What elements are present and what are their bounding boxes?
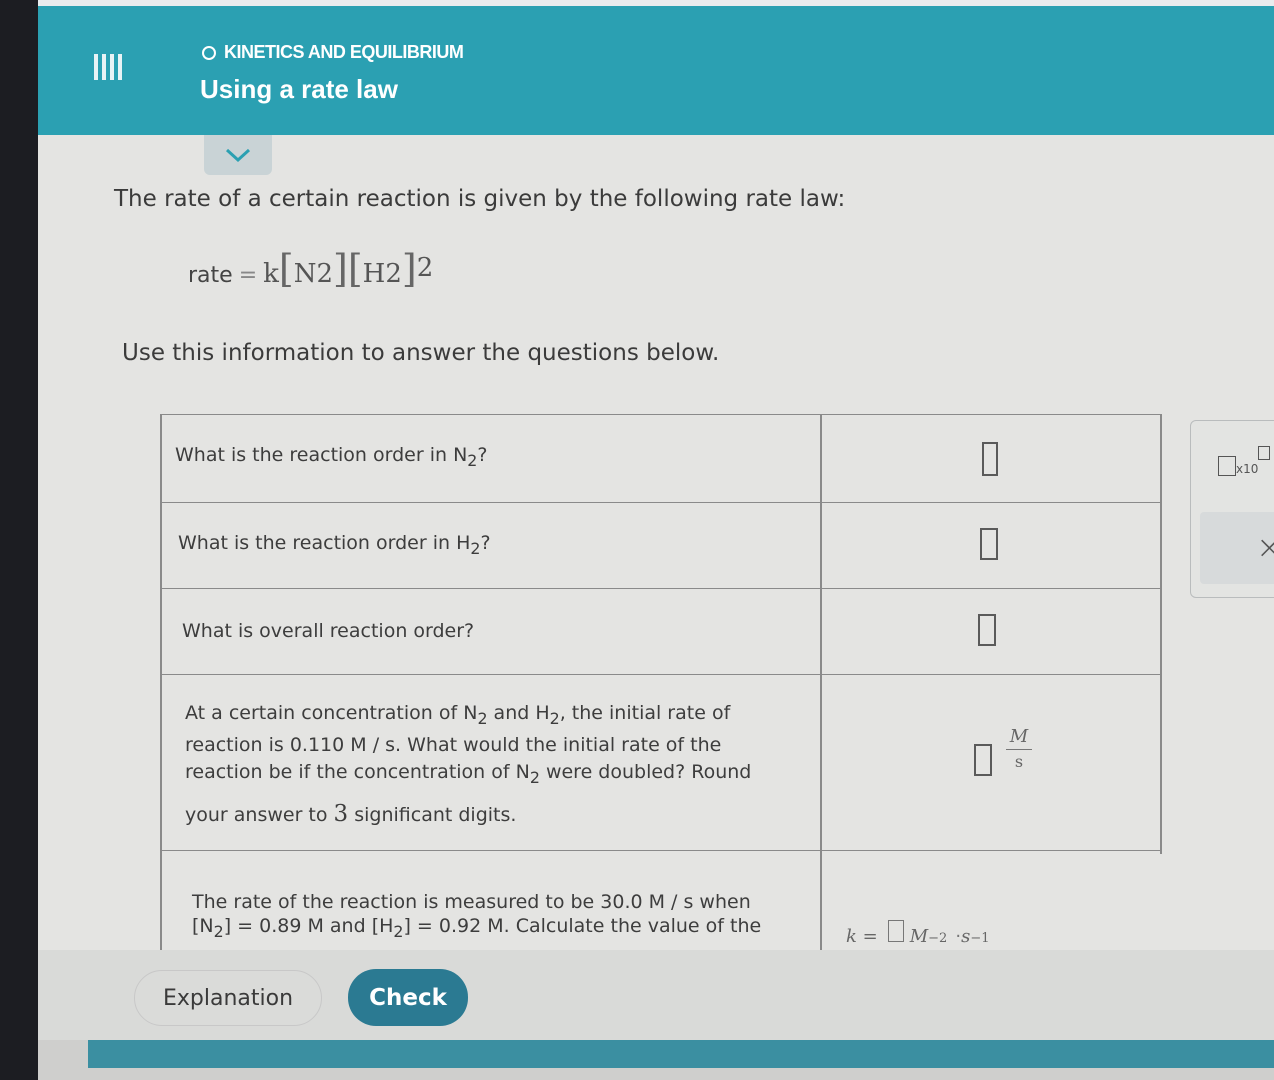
chevron-down-icon [225,148,251,163]
q4-l1-sub1: 2 [477,708,488,728]
x10-label: x10 [1236,462,1259,476]
q4-l3b: were doubled? Round [539,760,752,783]
answer-overall-order[interactable] [978,614,996,646]
intro-text: The rate of a certain reaction is given … [114,186,846,212]
q4-l1b: and H [487,702,550,724]
q5-l2c: ] = 0.92 M. Calculate the value of the [403,915,762,937]
rate-constant-answer: k = M −2 · s −1 [846,920,989,947]
q5-line-2: [N2] = 0.89 M and [H2] = 0.92 M. Calcula… [192,914,761,944]
rate-law-lhs: rate [188,263,233,288]
bracket-close: ] [333,247,348,291]
q1-post: ? [477,444,488,466]
topic-text: KINETICS AND EQUILIBRIUM [224,42,464,62]
question-table: What is the reaction order in N2? What i… [160,414,1162,954]
q4-sigfig: 3 [333,800,349,827]
top-strip [38,0,1274,6]
explanation-button[interactable]: Explanation [134,970,322,1026]
unit-denominator: s [1014,752,1024,771]
q1-sub: 2 [467,450,478,470]
q4-l1a: At a certain concentration of N [185,702,478,724]
q2-sub: 2 [470,538,481,558]
bracket-open: [ [278,247,294,291]
q4-line-1: At a certain concentration of N2 and H2,… [185,700,751,732]
progress-circle-icon [202,45,216,60]
q4-l3a: reaction be if the concentration of N [185,760,530,783]
question-5: The rate of the reaction is measured to … [192,890,761,944]
q3-text: What is overall reaction order? [182,620,475,642]
topic-label[interactable]: KINETICS AND EQUILIBRIUM [202,42,464,63]
footer-bottom [38,1068,1274,1080]
rate-unit-fraction: M s [1006,726,1032,771]
rate-law-n: N [293,259,317,289]
answer-doubled-rate[interactable] [974,744,992,776]
x10-button[interactable]: x10 [1218,446,1271,476]
close-icon[interactable]: × [1256,528,1274,566]
page-title: Using a rate law [200,74,398,104]
unit-s: s [961,926,971,947]
bracket-close-2: ] [401,247,417,291]
collapse-toggle[interactable] [204,135,272,175]
q1-text: What is the reaction order in N [175,444,468,466]
screen-bezel [0,0,38,1080]
bracket-open-2: [ [347,247,363,291]
exponent-box-icon [1258,446,1271,460]
q5-l2a: [N [192,915,214,937]
unit-m-exp: −2 [928,931,948,946]
answer-n2-order[interactable] [982,442,998,476]
rate-law-h: H [362,259,386,289]
q4-l4a: your answer to [185,803,334,826]
fraction-bar [1006,749,1032,750]
question-1: What is the reaction order in N2? [175,442,487,474]
q4-line-3: reaction be if the concentration of N2 w… [185,759,751,791]
q4-l1c: , the initial rate of [559,702,731,724]
q4-line-4: your answer to 3 significant digits. [185,801,751,829]
question-3: What is overall reaction order? [182,618,474,645]
q4-l4b: significant digits. [348,803,517,826]
answer-h2-order[interactable] [980,528,998,560]
header-bar [38,0,1274,135]
q4-line-2: reaction is 0.110 M / s. What would the … [185,733,722,756]
q4-l3-sub: 2 [529,767,540,787]
rate-law-equals: = [238,263,258,288]
q5-line-1: The rate of the reaction is measured to … [192,891,751,913]
footer-strip [88,1040,1274,1068]
q5-l2-sub2: 2 [393,921,404,941]
instruction-text: Use this information to answer the quest… [122,340,720,366]
rate-law-n-sub: 2 [316,259,334,289]
k-label: k = [846,926,878,947]
unit-s-exp: −1 [970,931,990,946]
rate-law-exponent: 2 [416,253,434,283]
check-button[interactable]: Check [348,969,468,1026]
q2-post: ? [480,532,491,554]
answer-rate-constant[interactable] [887,920,904,942]
q4-l1-sub2: 2 [549,708,560,728]
unit-numerator: M [1009,726,1029,747]
rate-law-h-sub: 2 [385,259,402,289]
rate-law-equation: rate = k [ N2 ] [ H2 ] 2 [188,250,433,289]
q2-text: What is the reaction order in H [178,532,471,554]
rate-law-k: k [263,259,279,289]
question-4: At a certain concentration of N2 and H2,… [185,700,751,829]
mantissa-box-icon [1218,456,1236,476]
question-2: What is the reaction order in H2? [178,530,491,562]
q5-l2-sub1: 2 [213,921,224,941]
q5-l2b: ] = 0.89 M and [H [223,915,394,937]
unit-m: M [909,926,929,947]
menu-icon[interactable] [92,52,126,82]
